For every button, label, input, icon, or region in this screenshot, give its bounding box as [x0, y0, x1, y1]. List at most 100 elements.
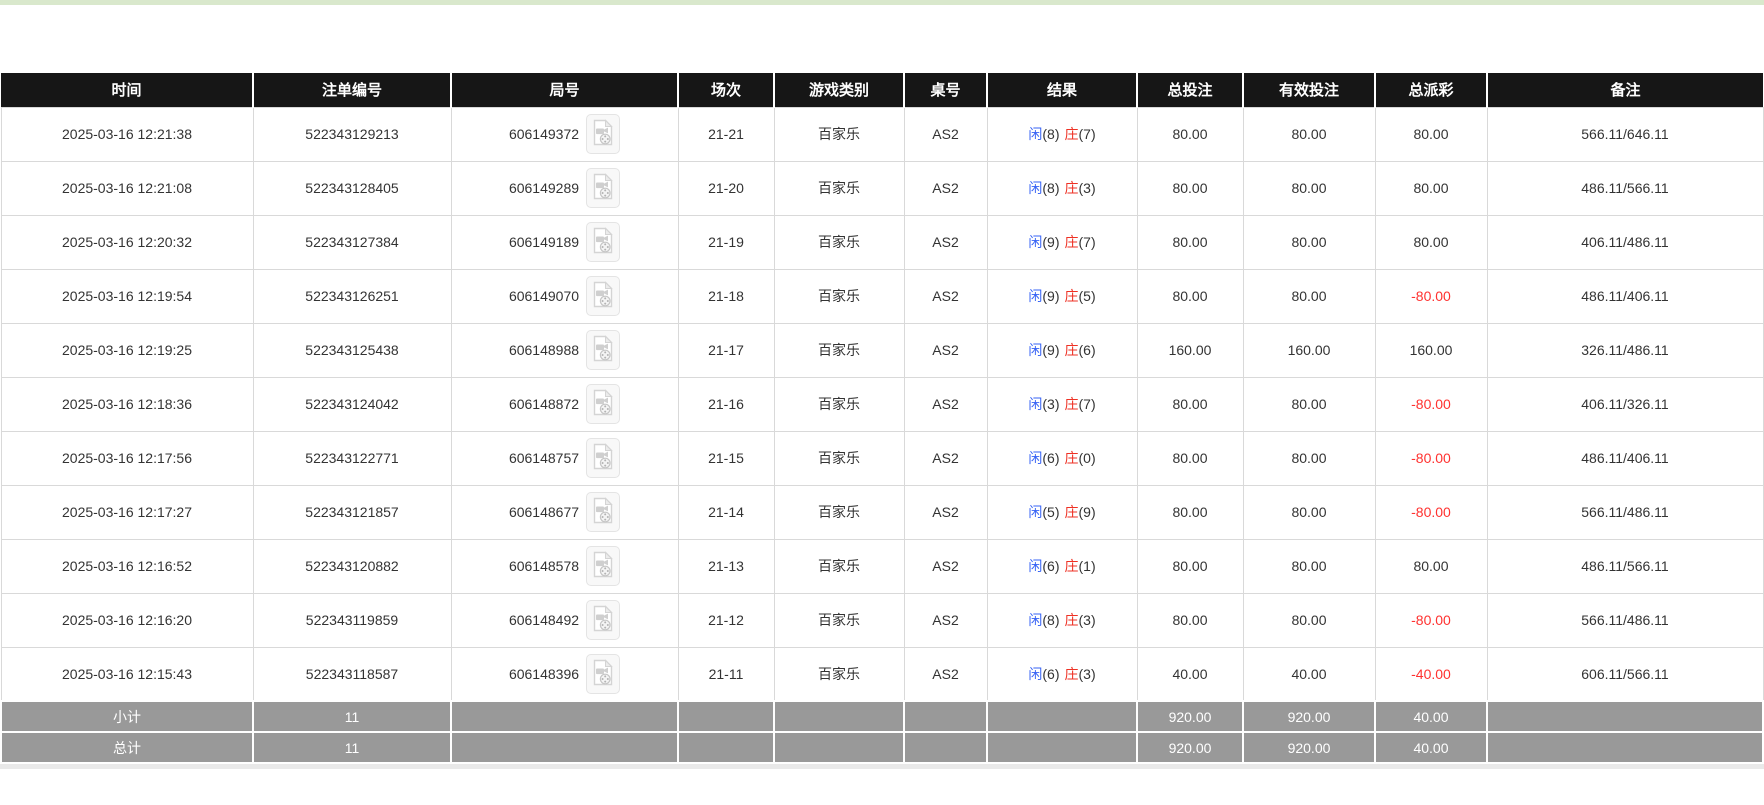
cell-round-id: 606148988: [451, 323, 678, 377]
video-replay-button[interactable]: [586, 168, 620, 208]
video-replay-button[interactable]: [586, 492, 620, 532]
col-header-time: 时间: [1, 73, 253, 107]
cell-game-type: 百家乐: [774, 107, 904, 161]
cell-session: 21-18: [678, 269, 774, 323]
cell-result: 闲(6)庄(0): [987, 431, 1137, 485]
cell-payout: -80.00: [1375, 593, 1487, 647]
video-file-icon: [592, 227, 614, 257]
video-replay-button[interactable]: [586, 276, 620, 316]
cell-bet-id: 522343129213: [253, 107, 451, 161]
total-row: 总计 11 920.00 920.00 40.00: [1, 732, 1763, 763]
cell-note: 486.11/566.11: [1487, 161, 1763, 215]
result-banker-score: (7): [1079, 396, 1096, 412]
video-replay-button[interactable]: [586, 654, 620, 694]
table-row: 2025-03-16 12:16:52 522343120882 6061485…: [1, 539, 1763, 593]
col-header-total-bet: 总投注: [1137, 73, 1243, 107]
result-player-label: 闲: [1028, 450, 1042, 466]
table-row: 2025-03-16 12:21:38 522343129213 6061493…: [1, 107, 1763, 161]
cell-result: 闲(6)庄(1): [987, 539, 1137, 593]
table-row: 2025-03-16 12:17:27 522343121857 6061486…: [1, 485, 1763, 539]
result-banker-label: 庄: [1065, 504, 1079, 520]
result-player-label: 闲: [1028, 126, 1042, 142]
table-row: 2025-03-16 12:15:43 522343118587 6061483…: [1, 647, 1763, 701]
cell-valid-bet: 80.00: [1243, 107, 1375, 161]
video-replay-button[interactable]: [586, 600, 620, 640]
video-replay-button[interactable]: [586, 114, 620, 154]
round-id-text: 606149372: [509, 126, 579, 142]
cell-bet-id: 522343121857: [253, 485, 451, 539]
cell-result: 闲(8)庄(3): [987, 161, 1137, 215]
cell-table-no: AS2: [904, 215, 987, 269]
cell-game-type: 百家乐: [774, 593, 904, 647]
cell-bet-id: 522343128405: [253, 161, 451, 215]
round-id-text: 606148396: [509, 666, 579, 682]
result-banker-label: 庄: [1065, 234, 1079, 250]
video-replay-button[interactable]: [586, 546, 620, 586]
cell-result: 闲(8)庄(7): [987, 107, 1137, 161]
cell-total-bet: 80.00: [1137, 269, 1243, 323]
round-id-text: 606149289: [509, 180, 579, 196]
cell-valid-bet: 80.00: [1243, 593, 1375, 647]
cell-valid-bet: 40.00: [1243, 647, 1375, 701]
cell-time: 2025-03-16 12:16:52: [1, 539, 253, 593]
cell-bet-id: 522343124042: [253, 377, 451, 431]
bet-records-panel: 时间 注单编号 局号 场次 游戏类别 桌号 结果 总投注 有效投注 总派彩 备注…: [0, 73, 1764, 769]
col-header-session: 场次: [678, 73, 774, 107]
result-player-score: (9): [1042, 288, 1059, 304]
cell-total-bet: 160.00: [1137, 323, 1243, 377]
round-id-text: 606149070: [509, 288, 579, 304]
cell-result: 闲(5)庄(9): [987, 485, 1137, 539]
subtotal-payout: 40.00: [1375, 701, 1487, 732]
cell-note: 406.11/486.11: [1487, 215, 1763, 269]
cell-game-type: 百家乐: [774, 215, 904, 269]
cell-time: 2025-03-16 12:19:25: [1, 323, 253, 377]
table-row: 2025-03-16 12:16:20 522343119859 6061484…: [1, 593, 1763, 647]
cell-total-bet: 80.00: [1137, 593, 1243, 647]
cell-note: 326.11/486.11: [1487, 323, 1763, 377]
cell-result: 闲(3)庄(7): [987, 377, 1137, 431]
result-banker-label: 庄: [1065, 450, 1079, 466]
result-player-label: 闲: [1028, 396, 1042, 412]
cell-round-id: 606148677: [451, 485, 678, 539]
result-banker-label: 庄: [1065, 666, 1079, 682]
cell-round-id: 606148872: [451, 377, 678, 431]
col-header-bet-id: 注单编号: [253, 73, 451, 107]
round-id-text: 606148492: [509, 612, 579, 628]
cell-table-no: AS2: [904, 161, 987, 215]
table-row: 2025-03-16 12:18:36 522343124042 6061488…: [1, 377, 1763, 431]
result-banker-score: (3): [1079, 666, 1096, 682]
cell-note: 566.11/486.11: [1487, 593, 1763, 647]
video-replay-button[interactable]: [586, 438, 620, 478]
cell-bet-id: 522343126251: [253, 269, 451, 323]
video-replay-button[interactable]: [586, 384, 620, 424]
cell-session: 21-13: [678, 539, 774, 593]
cell-round-id: 606148492: [451, 593, 678, 647]
result-banker-score: (9): [1079, 504, 1096, 520]
result-player-score: (9): [1042, 342, 1059, 358]
video-replay-button[interactable]: [586, 222, 620, 262]
table-row: 2025-03-16 12:21:08 522343128405 6061492…: [1, 161, 1763, 215]
cell-time: 2025-03-16 12:21:38: [1, 107, 253, 161]
cell-game-type: 百家乐: [774, 161, 904, 215]
cell-table-no: AS2: [904, 539, 987, 593]
cell-note: 486.11/406.11: [1487, 431, 1763, 485]
cell-session: 21-14: [678, 485, 774, 539]
video-file-icon: [592, 443, 614, 473]
cell-payout: -80.00: [1375, 377, 1487, 431]
subtotal-row: 小计 11 920.00 920.00 40.00: [1, 701, 1763, 732]
result-player-label: 闲: [1028, 612, 1042, 628]
video-file-icon: [592, 551, 614, 581]
cell-valid-bet: 80.00: [1243, 215, 1375, 269]
cell-table-no: AS2: [904, 485, 987, 539]
cell-game-type: 百家乐: [774, 431, 904, 485]
cell-total-bet: 80.00: [1137, 377, 1243, 431]
cell-valid-bet: 160.00: [1243, 323, 1375, 377]
video-replay-button[interactable]: [586, 330, 620, 370]
result-player-score: (8): [1042, 612, 1059, 628]
cell-round-id: 606148757: [451, 431, 678, 485]
cell-payout: -40.00: [1375, 647, 1487, 701]
cell-game-type: 百家乐: [774, 647, 904, 701]
round-id-text: 606149189: [509, 234, 579, 250]
cell-result: 闲(9)庄(7): [987, 215, 1137, 269]
result-player-label: 闲: [1028, 558, 1042, 574]
